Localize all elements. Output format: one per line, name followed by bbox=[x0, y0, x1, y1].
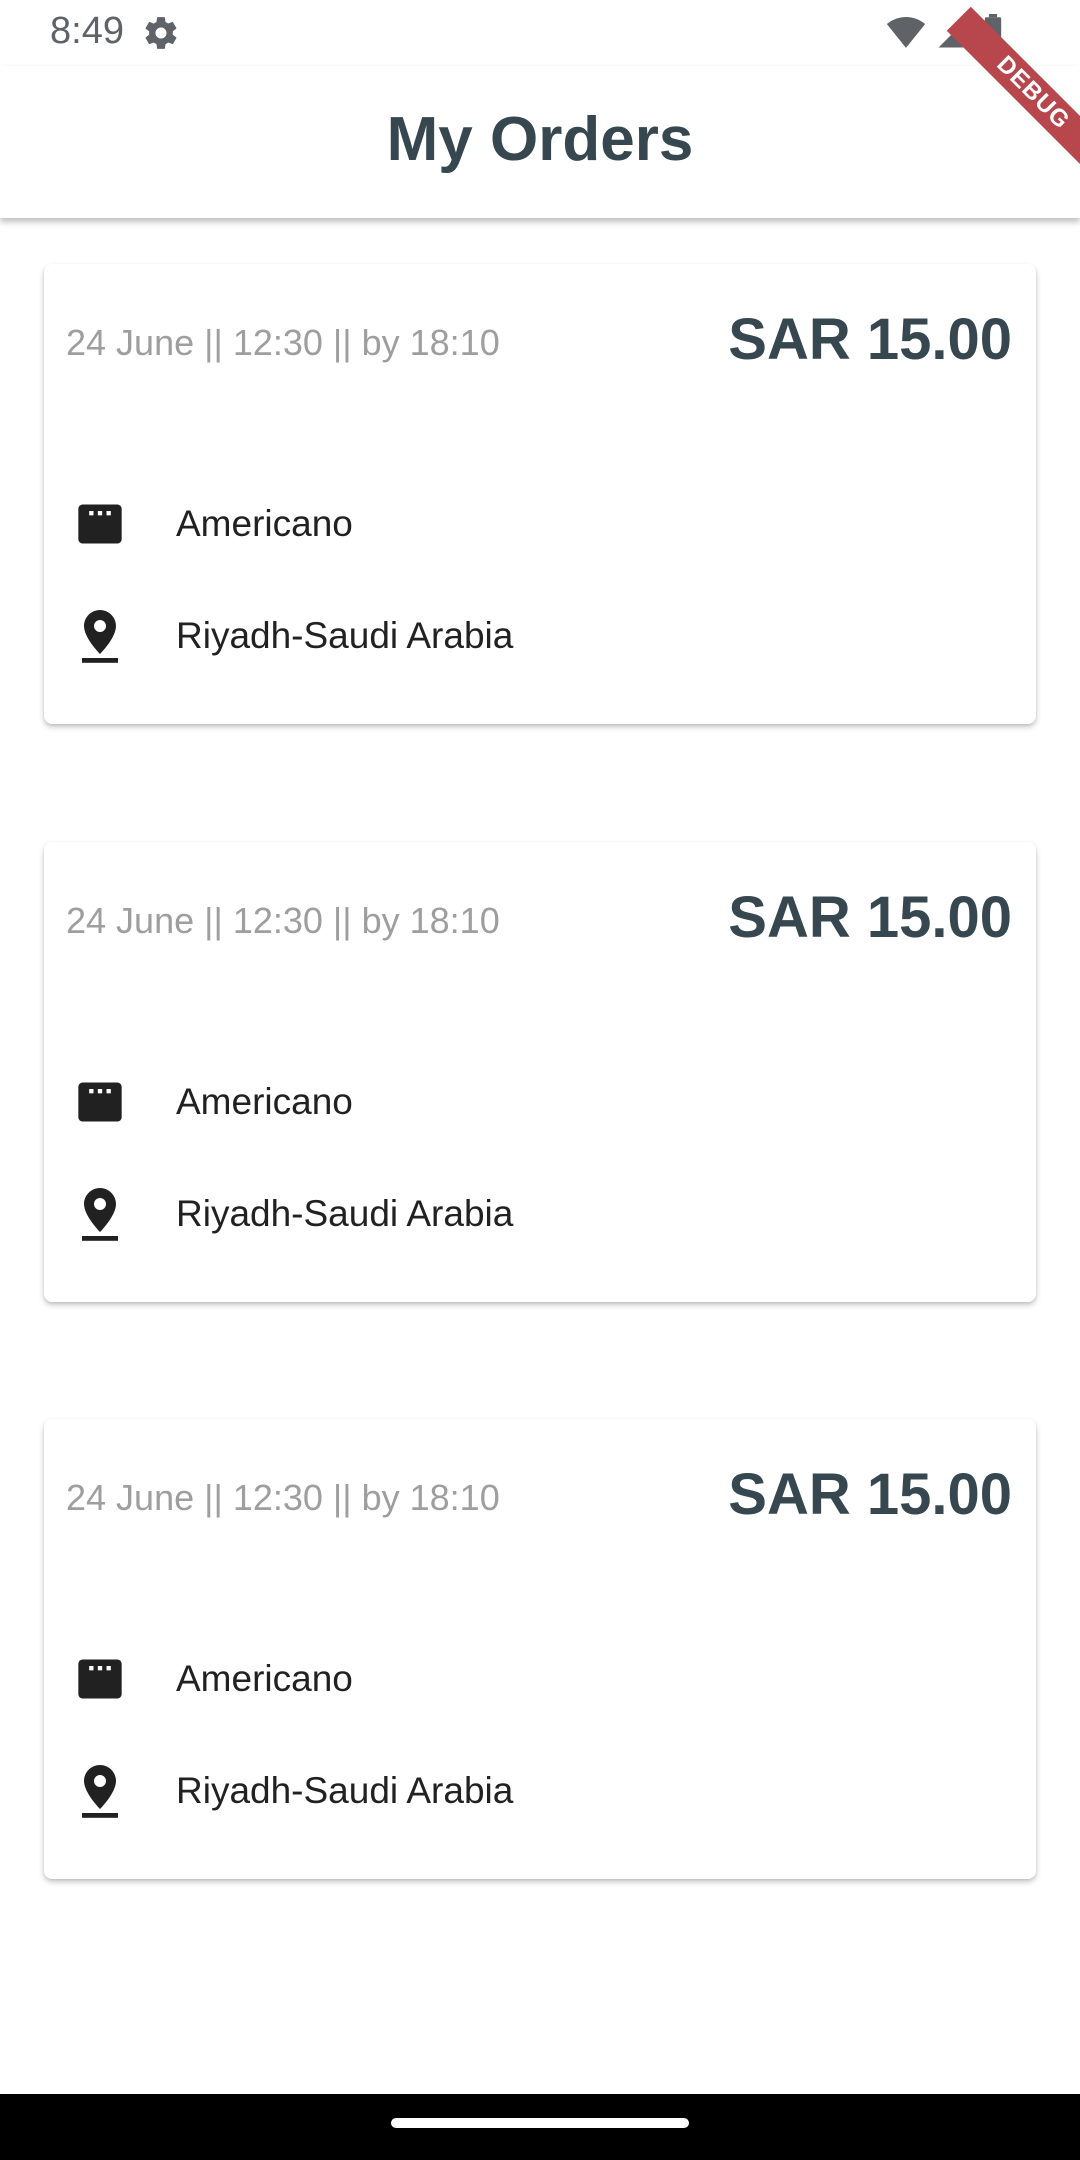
order-date: 24 June || 12:30 || by 18:10 bbox=[66, 1477, 500, 1518]
order-location-row: Riyadh-Saudi Arabia bbox=[72, 608, 513, 664]
order-product-row: Americano bbox=[72, 496, 353, 552]
status-bar: 8:49 bbox=[0, 0, 1080, 66]
order-location-row: Riyadh-Saudi Arabia bbox=[72, 1186, 513, 1242]
location-pin-icon bbox=[72, 608, 128, 664]
order-price: SAR 15.00 bbox=[728, 885, 1012, 950]
location-pin-icon bbox=[72, 1186, 128, 1242]
order-card[interactable]: 24 June || 12:30 || by 18:10 SAR 15.00 A… bbox=[44, 842, 1036, 1302]
app-bar: My Orders bbox=[0, 66, 1080, 218]
order-product-row: Americano bbox=[72, 1651, 353, 1707]
navigation-bar bbox=[0, 2094, 1080, 2160]
menu-card-icon bbox=[72, 496, 128, 552]
order-date: 24 June || 12:30 || by 18:10 bbox=[66, 322, 500, 363]
status-time: 8:49 bbox=[50, 10, 124, 52]
order-price: SAR 15.00 bbox=[728, 307, 1012, 372]
order-product-row: Americano bbox=[72, 1074, 353, 1130]
menu-card-icon bbox=[72, 1074, 128, 1130]
settings-icon bbox=[142, 14, 180, 52]
order-location: Riyadh-Saudi Arabia bbox=[176, 615, 514, 656]
menu-card-icon bbox=[72, 1651, 128, 1707]
order-card[interactable]: 24 June || 12:30 || by 18:10 SAR 15.00 A… bbox=[44, 264, 1036, 724]
order-product: Americano bbox=[176, 1081, 353, 1122]
wifi-icon bbox=[886, 15, 926, 54]
page-title: My Orders bbox=[386, 105, 694, 174]
order-price: SAR 15.00 bbox=[728, 1462, 1012, 1527]
home-gesture-handle[interactable] bbox=[391, 2118, 689, 2128]
order-card[interactable]: 24 June || 12:30 || by 18:10 SAR 15.00 A… bbox=[44, 1419, 1036, 1879]
location-pin-icon bbox=[72, 1763, 128, 1819]
order-location: Riyadh-Saudi Arabia bbox=[176, 1193, 514, 1234]
order-product: Americano bbox=[176, 503, 353, 544]
order-location: Riyadh-Saudi Arabia bbox=[176, 1770, 514, 1811]
order-product: Americano bbox=[176, 1658, 353, 1699]
order-location-row: Riyadh-Saudi Arabia bbox=[72, 1763, 513, 1819]
order-date: 24 June || 12:30 || by 18:10 bbox=[66, 900, 500, 941]
